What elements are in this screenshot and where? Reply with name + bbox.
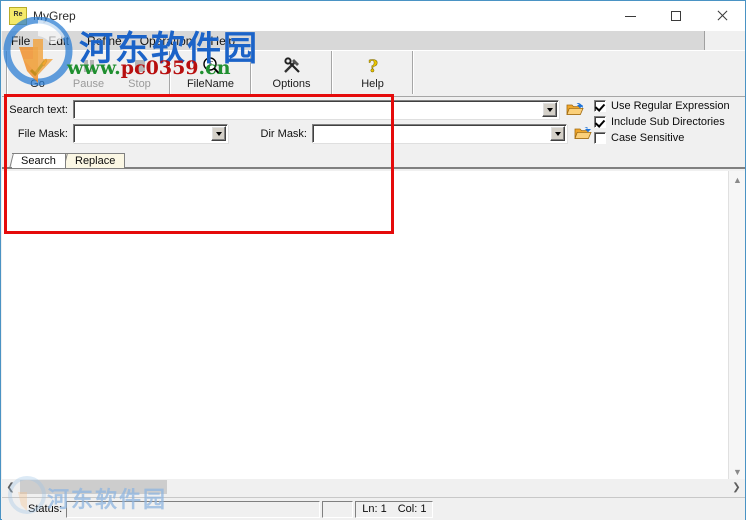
- pause-icon: [63, 55, 114, 77]
- status-label: Status:: [28, 503, 63, 515]
- toolbar-separator-2: [250, 51, 252, 94]
- toolbar-button-help[interactable]: ? Help: [337, 51, 408, 96]
- status-value-field: [66, 500, 321, 518]
- toolbar-button-go[interactable]: Go: [12, 51, 63, 96]
- close-icon[interactable]: [699, 1, 745, 31]
- status-bar: Status: Ln: 1 Col: 1: [2, 497, 745, 520]
- checkbox-case-sensitive[interactable]: [594, 131, 606, 144]
- window-title: MyGrep: [33, 9, 76, 23]
- toolbar-button-pause[interactable]: Pause: [63, 51, 114, 96]
- window-controls: [607, 1, 745, 31]
- open-folder-icon: [573, 127, 592, 139]
- option-case-sensitive[interactable]: Case Sensitive: [594, 130, 744, 145]
- tab-search-label: Search: [21, 155, 56, 167]
- option-use-regular-expression[interactable]: Use Regular Expression: [594, 98, 744, 113]
- title-bar: Re MyGrep: [1, 1, 745, 31]
- browse-search-text-folder[interactable]: [565, 101, 584, 118]
- toolbar-label-filename: FileName: [186, 78, 235, 90]
- tab-replace[interactable]: Replace: [63, 153, 126, 169]
- menu-item-help[interactable]: Help: [201, 32, 244, 50]
- dir-mask-label: Dir Mask:: [260, 127, 307, 140]
- hammer-wrench-icon: [256, 55, 327, 77]
- menu-item-operation[interactable]: Operation: [131, 32, 202, 50]
- dir-mask-dropdown-arrow[interactable]: [550, 126, 565, 141]
- toolbar-button-filename[interactable]: f FileName: [175, 51, 246, 96]
- search-text-row: Search text:: [2, 100, 584, 119]
- status-line-number: Ln: 1: [362, 503, 387, 515]
- file-mask-dropdown-arrow[interactable]: [211, 126, 226, 141]
- scroll-right-icon[interactable]: ❯: [728, 479, 745, 496]
- scroll-down-icon[interactable]: ▼: [729, 463, 746, 480]
- status-column-number: Col: 1: [397, 503, 427, 515]
- toolbar-separator-end: [412, 51, 414, 94]
- app-icon-re: Re: [9, 7, 27, 25]
- mask-row: File Mask: Dir Mask:: [2, 124, 592, 143]
- mygrep-window: Re MyGrep File Edit Refine Operation Hel…: [0, 0, 746, 520]
- toolbar-label-pause: Pause: [72, 78, 105, 90]
- file-mask-label: File Mask:: [17, 127, 68, 140]
- tab-search[interactable]: Search: [9, 153, 66, 169]
- toolbar-label-go: Go: [30, 78, 45, 90]
- label-include-sub-directories: Include Sub Directories: [611, 115, 725, 128]
- checkbox-include-sub-directories[interactable]: [594, 115, 606, 128]
- scroll-left-icon[interactable]: ❮: [2, 479, 19, 496]
- menu-item-refine[interactable]: Refine: [78, 32, 131, 50]
- label-case-sensitive: Case Sensitive: [611, 131, 685, 144]
- status-caret-position: Ln: 1 Col: 1: [355, 500, 434, 518]
- horizontal-scroll-thumb[interactable]: [20, 480, 167, 494]
- option-include-sub-directories[interactable]: Include Sub Directories: [594, 114, 744, 129]
- toolbar-label-help: Help: [361, 78, 384, 90]
- browse-dir-mask-folder[interactable]: [573, 125, 592, 142]
- results-splitter[interactable]: [2, 169, 745, 171]
- maximize-icon[interactable]: [653, 1, 699, 31]
- toolbar-separator-start: [6, 51, 8, 94]
- toolbar-label-stop: Stop: [128, 78, 151, 90]
- tab-strip: Search Replace: [2, 153, 745, 169]
- toolbar-button-options[interactable]: Options: [256, 51, 327, 96]
- menu-item-edit[interactable]: Edit: [39, 32, 78, 50]
- toolbar-label-options: Options: [272, 78, 311, 90]
- results-area[interactable]: ▲ ▼: [2, 168, 745, 480]
- magnifier-f-icon: f: [175, 55, 246, 77]
- check-pencil-icon: [12, 55, 63, 77]
- search-panel: Search text: File Mask: Dir Mask: Use Re…: [2, 97, 745, 153]
- tab-replace-label: Replace: [75, 155, 116, 167]
- file-mask-combo[interactable]: [73, 124, 228, 143]
- svg-text:?: ?: [368, 57, 378, 76]
- open-folder-icon: [565, 103, 584, 115]
- dir-mask-combo[interactable]: [312, 124, 567, 143]
- minimize-icon[interactable]: [607, 1, 653, 31]
- status-spacer-pane: [322, 500, 354, 518]
- search-text-input[interactable]: [73, 100, 559, 119]
- toolbar-button-stop[interactable]: Stop: [114, 51, 165, 96]
- results-vertical-scrollbar[interactable]: ▲ ▼: [728, 171, 745, 480]
- question-mark-icon: ?: [337, 55, 408, 77]
- label-use-regular-expression: Use Regular Expression: [611, 99, 730, 112]
- menu-item-file[interactable]: File: [2, 32, 39, 50]
- toolbar-separator-3: [331, 51, 333, 94]
- search-text-dropdown-arrow[interactable]: [542, 102, 557, 117]
- checkbox-use-regular-expression[interactable]: [594, 99, 606, 112]
- menu-bar: File Edit Refine Operation Help: [2, 31, 705, 50]
- stop-square-icon: [114, 55, 165, 77]
- toolbar: Go Pause Stop f FileName Options ? Help: [2, 50, 745, 97]
- toolbar-separator-1: [169, 51, 171, 94]
- search-options-group: Use Regular Expression Include Sub Direc…: [594, 98, 744, 146]
- scroll-up-icon[interactable]: ▲: [729, 171, 746, 188]
- results-horizontal-scrollbar[interactable]: ❮ ❯: [2, 479, 745, 496]
- search-text-label: Search text:: [9, 103, 68, 116]
